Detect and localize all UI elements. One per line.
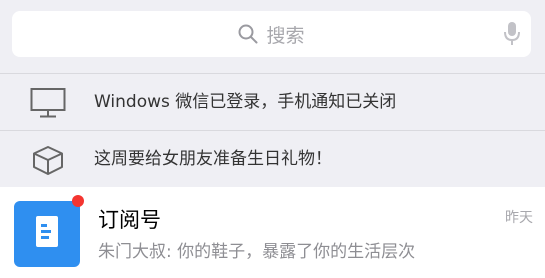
notice-reminder[interactable]: 这周要给女朋友准备生日礼物！ [0,131,545,188]
chat-row-subscriptions[interactable]: 订阅号 朱门大叔: 你的鞋子，暴露了你的生活层次 昨天 [0,187,545,278]
unread-badge [72,195,84,207]
search-center: 搜索 [12,11,531,57]
notice-text: 这周要给女朋友准备生日礼物！ [94,149,332,169]
document-icon [36,216,58,247]
search-area: 搜索 [0,0,545,73]
notice-text: Windows 微信已登录，手机通知已关闭 [94,92,397,112]
chat-preview: 朱门大叔: 你的鞋子，暴露了你的生活层次 [98,242,416,262]
search-icon [238,24,258,44]
avatar [14,201,80,267]
microphone-icon[interactable] [503,21,521,47]
notice-login-status[interactable]: Windows 微信已登录，手机通知已关闭 [0,74,545,131]
search-bar[interactable]: 搜索 [12,11,531,57]
chat-time: 昨天 [505,210,533,226]
chat-title: 订阅号 [98,208,161,232]
box-icon [33,146,63,175]
monitor-icon [30,88,66,118]
search-placeholder: 搜索 [266,24,305,47]
